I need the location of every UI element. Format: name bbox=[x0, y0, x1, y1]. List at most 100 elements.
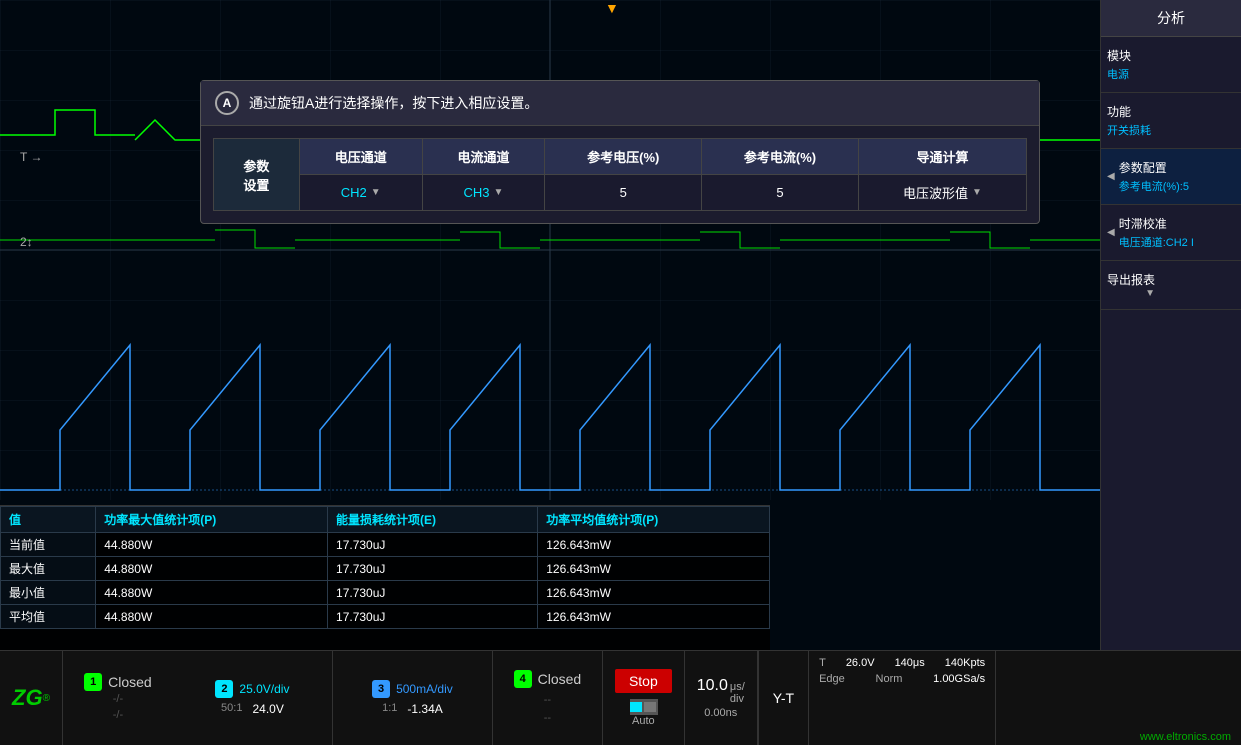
sidebar-item-param-config[interactable]: ◀ 参数配置 参考电流(%):5 bbox=[1101, 149, 1241, 205]
col-ref-current[interactable]: 参考电流(%) bbox=[702, 139, 859, 175]
ch1-indicator[interactable]: 1 Closed -/- -/- bbox=[63, 651, 173, 745]
stats-cell-2-1: 17.730uJ bbox=[328, 581, 538, 605]
trigger-t-label: T bbox=[819, 657, 826, 669]
stop-section: Stop Auto bbox=[603, 651, 685, 745]
sidebar-item-export[interactable]: 导出报表 ▼ bbox=[1101, 261, 1241, 310]
ch4-closed: Closed bbox=[538, 671, 582, 687]
stats-cell-0-1: 17.730uJ bbox=[328, 533, 538, 557]
right-sidebar: 分析 模块 电源 功能 开关损耗 ◀ 参数配置 参考电流(%):5 ◀ 时滞校准… bbox=[1100, 0, 1241, 650]
stats-cell-3-2: 126.643mW bbox=[538, 605, 770, 629]
popup-header: A 通过旋钮A进行选择操作，按下进入相应设置。 bbox=[201, 81, 1039, 126]
popup-body: 参数设置 电压通道 电流通道 参考电压(%) 参考电流(%) 导通计算 CH2 … bbox=[201, 126, 1039, 223]
sidebar-item-time-calib[interactable]: ◀ 时滞校准 电压通道:CH2 I bbox=[1101, 205, 1241, 261]
sidebar-title: 分析 bbox=[1101, 0, 1241, 37]
val-ref-v[interactable]: 5 bbox=[545, 175, 702, 211]
stats-col-3: 功率平均值统计项(P) bbox=[538, 507, 770, 533]
col-conduction[interactable]: 导通计算 bbox=[858, 139, 1026, 175]
popup-title: 通过旋钮A进行选择操作，按下进入相应设置。 bbox=[249, 93, 538, 113]
trigger-mem: 140Kpts bbox=[945, 657, 985, 669]
sidebar-param-sub: 参考电流(%):5 bbox=[1119, 178, 1189, 194]
sidebar-timecalib-sub: 电压通道:CH2 I bbox=[1119, 234, 1194, 250]
stop-button[interactable]: Stop bbox=[615, 669, 672, 693]
sidebar-function-label: 功能 bbox=[1107, 103, 1151, 120]
sidebar-param-label: 参数配置 bbox=[1119, 159, 1189, 176]
ch2-volt-div: 25.0V/div bbox=[239, 682, 289, 696]
sidebar-item-function[interactable]: 功能 开关损耗 bbox=[1101, 93, 1241, 149]
stats-cell-2-2: 126.643mW bbox=[538, 581, 770, 605]
time-value: 10.0 bbox=[697, 677, 728, 695]
bottom-bar: ZG ® 1 Closed -/- -/- 2 25.0V/div 50:1 bbox=[0, 650, 1241, 745]
zlg-logo-container: ZG ® bbox=[0, 651, 63, 745]
ch2-badge: 2 bbox=[215, 680, 233, 698]
stats-label-0: 当前值 bbox=[1, 533, 96, 557]
ch3-top-row: 3 500mA/div bbox=[341, 680, 484, 698]
stats-cell-3-1: 17.730uJ bbox=[328, 605, 538, 629]
trigger-time: 140μs bbox=[895, 657, 925, 669]
stats-cell-1-2: 126.643mW bbox=[538, 557, 770, 581]
stats-cell-2-0: 44.880W bbox=[96, 581, 328, 605]
ch3-badge: 3 bbox=[372, 680, 390, 698]
trigger-volt: 26.0V bbox=[846, 657, 875, 669]
stats-col-1: 功率最大值统计项(P) bbox=[96, 507, 328, 533]
val-ch2[interactable]: CH2 ▼ bbox=[299, 175, 422, 211]
zlg-reg: ® bbox=[43, 693, 50, 704]
ch2-ratio: 50:1 bbox=[221, 702, 242, 716]
col-voltage[interactable]: 电压通道 bbox=[299, 139, 422, 175]
watermark: www.eltronics.com bbox=[1140, 731, 1231, 743]
col-current[interactable]: 电流通道 bbox=[422, 139, 545, 175]
popup-dialog: A 通过旋钮A进行选择操作，按下进入相应设置。 参数设置 电压通道 电流通道 参… bbox=[200, 80, 1040, 224]
stats-col-2: 能量损耗统计项(E) bbox=[328, 507, 538, 533]
ch2-trigger-icon bbox=[630, 699, 658, 715]
time-calib-arrow: ◀ bbox=[1107, 227, 1115, 238]
ch4-indicator[interactable]: 4 Closed -- -- bbox=[493, 651, 603, 745]
trigger-row-1: T 26.0V 140μs 140Kpts bbox=[819, 657, 985, 669]
ch1-dashes-bottom: -/- bbox=[113, 709, 123, 721]
stats-cell-3-0: 44.880W bbox=[96, 605, 328, 629]
param-label-cell: 参数设置 bbox=[214, 139, 300, 211]
ch4-top-row: 4 Closed bbox=[501, 670, 594, 688]
stats-label-3: 平均值 bbox=[1, 605, 96, 629]
time-div-area[interactable]: 10.0 μs/div 0.00ns bbox=[685, 651, 758, 745]
ch3-indicator[interactable]: 3 500mA/div 1:1 -1.34A bbox=[333, 651, 493, 745]
param-table: 参数设置 电压通道 电流通道 参考电压(%) 参考电流(%) 导通计算 CH2 … bbox=[213, 138, 1027, 211]
ch1-badge: 1 bbox=[84, 673, 102, 691]
zlg-logo: ZG bbox=[12, 685, 43, 711]
stats-row-0: 当前值44.880W17.730uJ126.643mW bbox=[1, 533, 770, 557]
col-ref-voltage[interactable]: 参考电压(%) bbox=[545, 139, 702, 175]
sidebar-module-sub: 电源 bbox=[1107, 66, 1131, 82]
sidebar-function-sub: 开关损耗 bbox=[1107, 122, 1151, 138]
mode-area[interactable]: Y-T bbox=[758, 651, 809, 745]
ch4-badge: 4 bbox=[514, 670, 532, 688]
val-conduction[interactable]: 电压波形值 ▼ bbox=[858, 175, 1026, 211]
stats-col-0: 值 bbox=[1, 507, 96, 533]
mode-label: Y-T bbox=[773, 690, 794, 706]
stats-label-1: 最大值 bbox=[1, 557, 96, 581]
param-config-arrow: ◀ bbox=[1107, 171, 1115, 182]
sidebar-item-module[interactable]: 模块 电源 bbox=[1101, 37, 1241, 93]
waveform-blue bbox=[0, 0, 1100, 500]
trigger-info: T 26.0V 140μs 140Kpts Edge Norm 1.00GSa/… bbox=[809, 651, 996, 745]
time-unit: μs/div bbox=[730, 681, 745, 705]
stats-cell-1-1: 17.730uJ bbox=[328, 557, 538, 581]
ch2-indicator[interactable]: 2 25.0V/div 50:1 24.0V bbox=[173, 651, 333, 745]
ch2-offset: 24.0V bbox=[252, 702, 283, 716]
stats-row-3: 平均值44.880W17.730uJ126.643mW bbox=[1, 605, 770, 629]
edge-label: Edge bbox=[819, 673, 845, 685]
ch3-ratio: 1:1 bbox=[382, 702, 397, 716]
sidebar-module-label: 模块 bbox=[1107, 47, 1131, 64]
stats-area: 值 功率最大值统计项(P) 能量损耗统计项(E) 功率平均值统计项(P) 当前值… bbox=[0, 505, 770, 650]
ch3-amp-div: 500mA/div bbox=[396, 682, 453, 696]
sidebar-export-label: 导出报表 bbox=[1107, 271, 1155, 288]
ch1-closed: Closed bbox=[108, 674, 152, 690]
stats-label-2: 最小值 bbox=[1, 581, 96, 605]
stats-cell-0-2: 126.643mW bbox=[538, 533, 770, 557]
ch-T-label: T → bbox=[20, 150, 42, 164]
norm-label: Norm bbox=[876, 673, 903, 685]
stats-row-2: 最小值44.880W17.730uJ126.643mW bbox=[1, 581, 770, 605]
trigger-row-2: Edge Norm 1.00GSa/s bbox=[819, 673, 985, 685]
ch1-top-row: 1 Closed bbox=[71, 673, 165, 691]
ch4-dashes-top: -- bbox=[544, 694, 551, 706]
val-ref-i[interactable]: 5 bbox=[702, 175, 859, 211]
auto-label: Auto bbox=[632, 715, 655, 727]
val-ch3[interactable]: CH3 ▼ bbox=[422, 175, 545, 211]
